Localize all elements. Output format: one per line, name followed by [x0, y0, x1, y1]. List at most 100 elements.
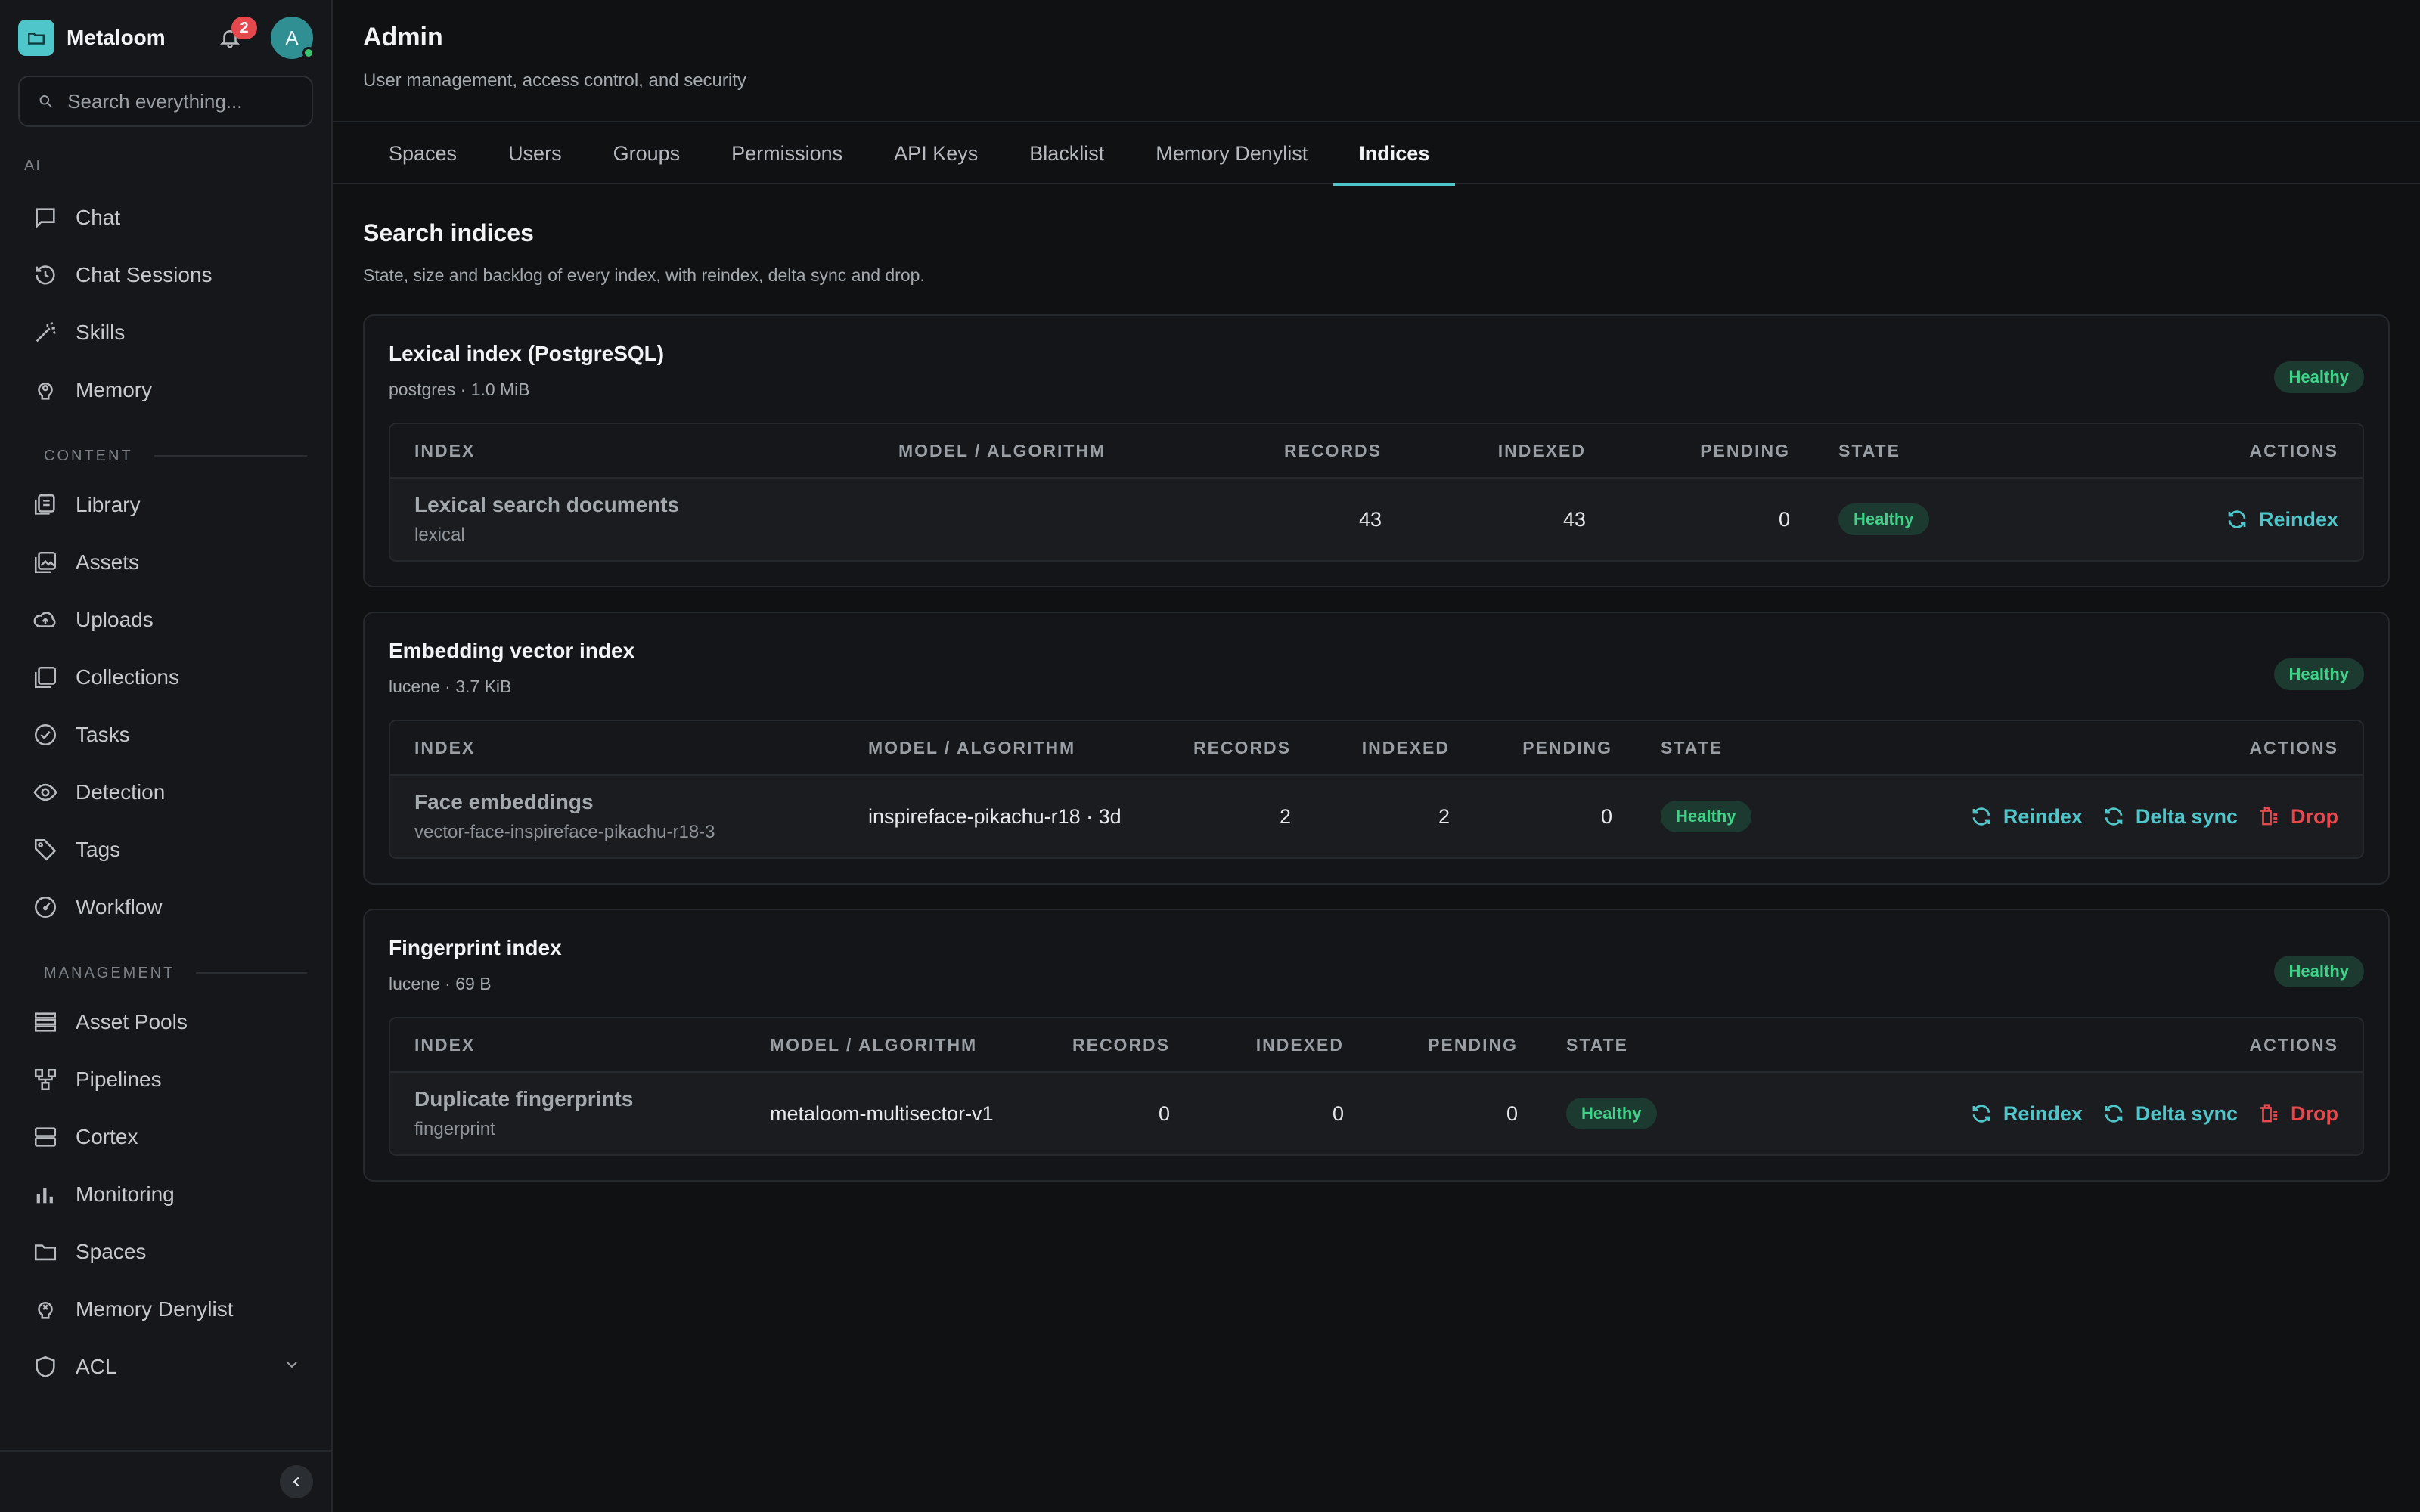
sidebar-item-label: Collections: [76, 665, 179, 689]
index-cards: Lexical index (PostgreSQL) postgres · 1.…: [363, 314, 2390, 1182]
drop-label: Drop: [2291, 804, 2338, 828]
sidebar-item-label: ACL: [76, 1355, 117, 1378]
sidebar-item-uploads[interactable]: Uploads: [0, 591, 331, 649]
section-label-content: CONTENT: [0, 445, 331, 467]
page-title: Admin: [363, 23, 443, 51]
sidebar-item-tasks[interactable]: Tasks: [0, 706, 331, 764]
sidebar-item-chat-sessions[interactable]: Chat Sessions: [0, 246, 331, 304]
column-header-pending: PENDING: [1368, 1018, 1543, 1073]
chevron-left-icon: [293, 1476, 299, 1487]
reindex-button[interactable]: Reindex: [1970, 805, 2083, 829]
card-meta: lucene · 69 B: [389, 974, 492, 993]
avatar-initial: A: [285, 26, 299, 49]
table-row: Duplicate fingerprints fingerprint metal…: [390, 1073, 2363, 1154]
collapse-sidebar-button[interactable]: [280, 1465, 313, 1498]
tab-users[interactable]: Users: [482, 122, 588, 184]
state-badge: Healthy: [1566, 1098, 1657, 1129]
pending-cell: 0: [1474, 776, 1637, 857]
reindex-button[interactable]: Reindex: [2226, 508, 2338, 531]
brain-icon: [30, 375, 60, 405]
folder-icon: [30, 1237, 60, 1267]
sidebar-item-assets[interactable]: Assets: [0, 534, 331, 591]
sidebar-item-label: Chat Sessions: [76, 263, 213, 287]
index-key: fingerprint: [414, 1119, 495, 1139]
column-header-pending: PENDING: [1474, 721, 1637, 776]
column-header-records: RECORDS: [1260, 424, 1407, 479]
tab-memory-denylist[interactable]: Memory Denylist: [1130, 122, 1333, 184]
delta-sync-button[interactable]: Delta sync: [2102, 805, 2238, 829]
index-cell: Duplicate fingerprints fingerprint: [390, 1073, 746, 1154]
drop-button[interactable]: Drop: [2257, 1102, 2338, 1126]
sidebar-item-workflow[interactable]: Workflow: [0, 878, 331, 936]
notifications-button[interactable]: 2: [212, 17, 257, 56]
search-input[interactable]: [67, 89, 293, 113]
delta-sync-button[interactable]: Delta sync: [2102, 1102, 2238, 1126]
column-header-model: MODEL / ALGORITHM: [746, 1018, 1048, 1073]
reindex-button[interactable]: Reindex: [1970, 1102, 2083, 1126]
column-header-indexed: INDEXED: [1406, 424, 1611, 479]
shield-icon: [30, 1352, 60, 1382]
search-box[interactable]: [18, 76, 313, 127]
index-table: INDEX MODEL / ALGORITHM RECORDS INDEXED …: [389, 423, 2364, 562]
card-header: Embedding vector index lucene · 3.7 KiB …: [389, 639, 2364, 697]
sidebar-header: Metaloom 2 A: [0, 0, 331, 76]
section-label-text: MANAGEMENT: [44, 964, 175, 981]
sidebar-item-label: Monitoring: [76, 1182, 175, 1206]
refresh-icon: [1972, 807, 1990, 826]
tab-permissions[interactable]: Permissions: [706, 122, 868, 184]
card-title: Lexical index (PostgreSQL): [389, 342, 665, 365]
drop-button[interactable]: Drop: [2257, 805, 2338, 829]
tab-indices[interactable]: Indices: [1333, 122, 1456, 186]
sidebar-item-memory[interactable]: Memory: [0, 361, 331, 419]
sidebar-item-label: Assets: [76, 550, 140, 574]
magic-wand-icon: [30, 318, 60, 348]
pending-cell: 0: [1610, 479, 1815, 560]
model-cell: [874, 479, 1260, 560]
library-icon: [30, 490, 60, 520]
column-header-index: INDEX: [390, 1018, 746, 1073]
indices-section: Search indices State, size and backlog o…: [333, 184, 2420, 1182]
tab-groups[interactable]: Groups: [588, 122, 706, 184]
column-header-records: RECORDS: [1169, 721, 1316, 776]
brain-off-icon: [30, 1294, 60, 1325]
indexed-cell: 0: [1194, 1073, 1369, 1154]
sidebar-item-pipelines[interactable]: Pipelines: [0, 1051, 331, 1108]
tab-api-keys[interactable]: API Keys: [868, 122, 1004, 184]
sidebar-item-collections[interactable]: Collections: [0, 649, 331, 706]
status-badge: Healthy: [2273, 361, 2364, 393]
column-header-records: RECORDS: [1048, 1018, 1195, 1073]
section-subtitle: State, size and backlog of every index, …: [363, 265, 925, 285]
sidebar-item-label: Memory Denylist: [76, 1297, 234, 1321]
section-label-management: MANAGEMENT: [0, 962, 331, 984]
sidebar-item-detection[interactable]: Detection: [0, 764, 331, 821]
sidebar-item-library[interactable]: Library: [0, 476, 331, 534]
tab-spaces[interactable]: Spaces: [363, 122, 482, 184]
sidebar-item-skills[interactable]: Skills: [0, 304, 331, 361]
sidebar-item-chat[interactable]: Chat: [0, 189, 331, 246]
column-header-index: INDEX: [390, 424, 874, 479]
sidebar-item-asset-pools[interactable]: Asset Pools: [0, 993, 331, 1051]
nav-content: Library Assets Uploads Collections Tasks…: [0, 476, 331, 936]
sidebar-item-cortex[interactable]: Cortex: [0, 1108, 331, 1166]
sidebar-item-acl[interactable]: ACL: [0, 1338, 331, 1396]
column-header-indexed: INDEXED: [1315, 721, 1475, 776]
column-header-index: INDEX: [390, 721, 844, 776]
index-card-fingerprint: Fingerprint index lucene · 69 B Healthy …: [363, 909, 2390, 1182]
user-avatar[interactable]: A: [271, 17, 315, 59]
sync-icon: [2105, 807, 2123, 826]
column-header-pending: PENDING: [1610, 424, 1815, 479]
sidebar-item-memory-denylist[interactable]: Memory Denylist: [0, 1281, 331, 1338]
page-subtitle: User management, access control, and sec…: [363, 70, 746, 91]
table-header-row: INDEX MODEL / ALGORITHM RECORDS INDEXED …: [390, 424, 2363, 479]
sidebar-item-spaces[interactable]: Spaces: [0, 1223, 331, 1281]
table-header-row: INDEX MODEL / ALGORITHM RECORDS INDEXED …: [390, 1018, 2363, 1073]
app-logo-icon[interactable]: [18, 20, 54, 56]
sidebar-item-tags[interactable]: Tags: [0, 821, 331, 878]
sidebar-item-monitoring[interactable]: Monitoring: [0, 1166, 331, 1223]
page-header: Admin User management, access control, a…: [333, 0, 2420, 122]
model-cell: inspireface-pikachu-r18 · 3d: [844, 776, 1169, 857]
sidebar-item-label: Tags: [76, 838, 121, 861]
nav-ai: Chat Chat Sessions Skills Memory: [0, 189, 331, 419]
chevron-down-icon[interactable]: [283, 1355, 301, 1379]
tab-blacklist[interactable]: Blacklist: [1004, 122, 1130, 184]
